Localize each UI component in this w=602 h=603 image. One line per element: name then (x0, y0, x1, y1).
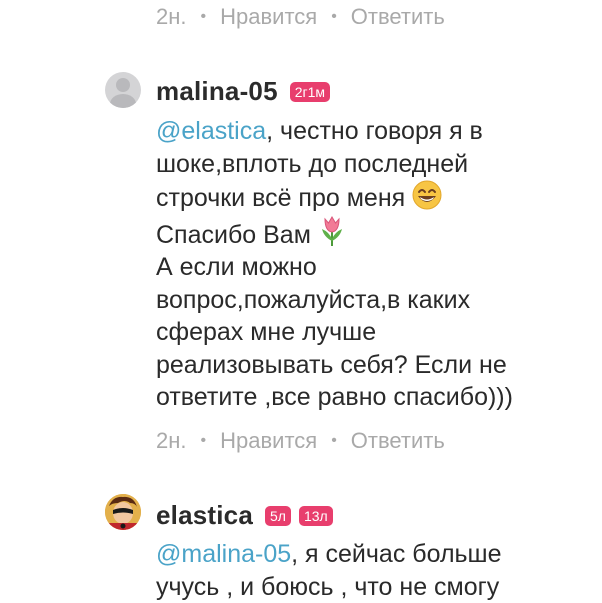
comment-text-line: А если можно (156, 251, 586, 284)
username-link[interactable]: elastica (156, 500, 253, 531)
comment-body: @elastica, честно говоря я в шоке,вплоть… (156, 115, 586, 414)
user-badge: 5л (265, 506, 291, 526)
like-button[interactable]: Нравится (220, 4, 317, 30)
mention-link[interactable]: @elastica (156, 117, 266, 145)
comment-body: @malina-05, я сейчас больше учусь , и бо… (156, 538, 586, 603)
comment-time: 2н. (156, 4, 187, 30)
comment-time: 2н. (156, 428, 187, 454)
tulip-icon (318, 215, 346, 247)
reply-button[interactable]: Ответить (351, 4, 445, 30)
comment-text-line: вопрос,пожалуйста,в каких (156, 284, 586, 317)
superhero-avatar-icon[interactable] (105, 494, 141, 530)
separator-dot: • (331, 8, 337, 26)
comment-text-line: , честно говоря я в (266, 117, 483, 145)
comment-text-line: Спасибо Вам (156, 221, 311, 249)
comment-text-line: сферах мне лучше (156, 316, 586, 349)
comment-text-line: учусь , и боюсь , что не смогу (156, 571, 586, 603)
user-badge: 13л (299, 506, 333, 526)
comment-text-line: ответите ,все равно спасибо))) (156, 381, 586, 414)
comment-text-line: , я сейчас больше (291, 540, 501, 568)
mention-link[interactable]: @malina-05 (156, 540, 291, 568)
default-user-avatar-icon[interactable] (105, 72, 141, 108)
comment-header: elastica 5л 13л (156, 500, 333, 531)
grinning-face-icon (412, 180, 442, 210)
comment-text-line: шоке,вплоть до последней (156, 148, 586, 181)
separator-dot: • (201, 432, 207, 450)
separator-dot: • (201, 8, 207, 26)
reply-button[interactable]: Ответить (351, 428, 445, 454)
top-comment-meta: 2н. • Нравится • Ответить (156, 4, 445, 30)
comment-text-line: реализовывать себя? Если не (156, 349, 586, 382)
comment-text-line: строчки всё про меня (156, 184, 405, 212)
like-button[interactable]: Нравится (220, 428, 317, 454)
comment-header: malina-05 2г1м (156, 76, 330, 107)
separator-dot: • (331, 432, 337, 450)
user-badge: 2г1м (290, 82, 330, 102)
comment-meta: 2н. • Нравится • Ответить (156, 428, 445, 454)
username-link[interactable]: malina-05 (156, 76, 278, 107)
